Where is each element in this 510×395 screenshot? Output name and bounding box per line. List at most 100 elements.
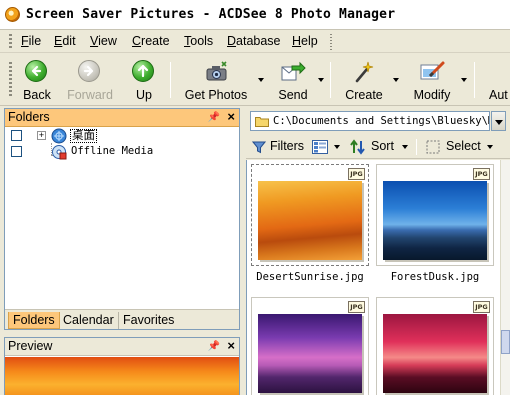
sort-icon bbox=[350, 139, 365, 155]
file-list-scrollbar[interactable] bbox=[500, 160, 510, 395]
address-bar: C:\Documents and Settings\Bluesky\My bbox=[246, 108, 508, 134]
up-button[interactable]: Up bbox=[128, 58, 160, 104]
select-dropdown-arrow[interactable] bbox=[487, 145, 493, 149]
menu-file[interactable]: File bbox=[21, 34, 41, 48]
paint-brush-icon bbox=[420, 61, 445, 80]
file-name: ForestDusk.jpg bbox=[390, 271, 480, 283]
tab-folders[interactable]: Folders bbox=[8, 312, 60, 329]
thumbnail-image bbox=[383, 314, 487, 393]
tab-favorites[interactable]: Favorites bbox=[118, 312, 178, 329]
toolbar-separator bbox=[330, 62, 331, 98]
view-mode-icon[interactable] bbox=[312, 140, 328, 154]
file-thumbnail[interactable]: JPG bbox=[251, 294, 369, 395]
up-label: Up bbox=[136, 88, 152, 102]
create-dropdown-arrow[interactable] bbox=[393, 78, 399, 82]
toolbar-separator bbox=[474, 62, 475, 98]
close-icon[interactable]: × bbox=[227, 109, 235, 124]
tree-checkbox[interactable] bbox=[11, 130, 22, 141]
thumbnail-image bbox=[383, 181, 487, 260]
tab-calendar[interactable]: Calendar bbox=[59, 312, 118, 329]
file-thumbnail[interactable]: JPG DesertSunrise.jpg bbox=[251, 161, 369, 283]
jpg-badge: JPG bbox=[348, 301, 365, 313]
jpg-badge: JPG bbox=[348, 168, 365, 180]
jpg-badge: JPG bbox=[473, 168, 490, 180]
thumbnail-image bbox=[258, 181, 362, 260]
menu-tools[interactable]: Tools bbox=[184, 34, 213, 48]
auto-button[interactable]: Aut bbox=[484, 58, 510, 104]
folders-pane-tabs: Folders Calendar Favorites bbox=[5, 309, 239, 329]
menu-edit[interactable]: Edit bbox=[54, 34, 76, 48]
modify-button[interactable]: Modify bbox=[406, 58, 458, 104]
menu-bar: File Edit View Create Tools Database Hel… bbox=[0, 30, 510, 53]
toolbar-separator bbox=[170, 62, 171, 98]
funnel-icon bbox=[252, 141, 266, 154]
menu-create[interactable]: Create bbox=[132, 34, 170, 48]
send-icon bbox=[281, 61, 306, 81]
close-icon[interactable]: × bbox=[227, 338, 235, 353]
filter-toolbar: Filters Sort Select bbox=[246, 135, 510, 159]
menu-bar-end-grip bbox=[330, 34, 332, 50]
forward-arrow-icon bbox=[78, 60, 100, 82]
sort-dropdown-arrow[interactable] bbox=[402, 145, 408, 149]
tree-item-desktop-label: 桌面 bbox=[70, 129, 97, 143]
select-icon bbox=[426, 140, 440, 154]
forward-label: Forward bbox=[67, 88, 113, 102]
camera-icon bbox=[206, 61, 227, 81]
get-photos-button[interactable]: Get Photos bbox=[180, 58, 252, 104]
folder-icon bbox=[255, 117, 269, 127]
modify-label: Modify bbox=[413, 88, 451, 102]
create-label: Create bbox=[345, 88, 383, 102]
modify-dropdown-arrow[interactable] bbox=[461, 78, 467, 82]
toolbar-grip[interactable] bbox=[9, 62, 12, 98]
jpg-badge: JPG bbox=[473, 301, 490, 313]
magic-wand-icon bbox=[355, 61, 374, 83]
back-arrow-icon bbox=[25, 60, 47, 82]
filter-bar-separator bbox=[416, 139, 417, 155]
filters-button[interactable]: Filters bbox=[270, 139, 304, 153]
preview-pane-header: Preview 📌 × bbox=[5, 338, 239, 356]
back-label: Back bbox=[23, 88, 51, 102]
auto-label: Aut bbox=[489, 88, 508, 102]
tree-item-offline-media-label: Offline Media bbox=[71, 145, 154, 157]
pin-icon[interactable]: 📌 bbox=[208, 341, 220, 352]
folders-pane-header: Folders 📌 × bbox=[5, 109, 239, 127]
tree-checkbox[interactable] bbox=[11, 146, 22, 157]
main-toolbar: Back Forward Up Get Photos Send Create M… bbox=[0, 54, 510, 106]
thumbnail-frame: JPG bbox=[376, 297, 494, 395]
preview-pane: Preview 📌 × bbox=[4, 337, 240, 395]
forward-button[interactable]: Forward bbox=[66, 58, 114, 104]
window-title: Screen Saver Pictures - ACDSee 8 Photo M… bbox=[26, 7, 396, 22]
up-arrow-icon bbox=[132, 60, 154, 82]
address-dropdown-button[interactable] bbox=[491, 111, 506, 131]
menu-database[interactable]: Database bbox=[227, 34, 281, 48]
file-thumbnail[interactable]: JPG bbox=[376, 294, 494, 395]
sort-button[interactable]: Sort bbox=[371, 139, 394, 153]
send-button[interactable]: Send bbox=[272, 58, 314, 104]
thumbnail-frame: JPG bbox=[376, 164, 494, 266]
menu-view[interactable]: View bbox=[90, 34, 117, 48]
thumbnail-image bbox=[258, 314, 362, 393]
expand-icon[interactable]: + bbox=[37, 131, 46, 140]
desktop-icon bbox=[51, 128, 67, 144]
menu-bar-grip[interactable] bbox=[9, 34, 12, 50]
file-list: JPG DesertSunrise.jpg JPG ForestDusk.jpg… bbox=[246, 160, 500, 395]
send-dropdown-arrow[interactable] bbox=[318, 78, 324, 82]
address-input[interactable]: C:\Documents and Settings\Bluesky\My bbox=[250, 111, 490, 131]
preview-image bbox=[5, 357, 239, 395]
tree-item-offline-media[interactable]: Offline Media bbox=[9, 144, 159, 160]
create-button[interactable]: Create bbox=[340, 58, 388, 104]
thumbnail-frame: JPG bbox=[251, 164, 369, 266]
folders-pane: Folders 📌 × + 桌面 Offline Media Folders C… bbox=[4, 108, 240, 330]
preview-pane-title: Preview bbox=[8, 339, 53, 353]
back-button[interactable]: Back bbox=[18, 58, 56, 104]
folders-pane-title: Folders bbox=[8, 110, 50, 124]
get-photos-dropdown-arrow[interactable] bbox=[258, 78, 264, 82]
pin-icon[interactable]: 📌 bbox=[208, 112, 220, 123]
file-thumbnail[interactable]: JPG ForestDusk.jpg bbox=[376, 161, 494, 283]
get-photos-label: Get Photos bbox=[184, 88, 248, 102]
scrollbar-thumb[interactable] bbox=[501, 330, 510, 354]
menu-help[interactable]: Help bbox=[292, 34, 318, 48]
select-button[interactable]: Select bbox=[446, 139, 481, 153]
tree-item-desktop[interactable]: + 桌面 bbox=[9, 128, 119, 144]
view-mode-dropdown-arrow[interactable] bbox=[334, 145, 340, 149]
